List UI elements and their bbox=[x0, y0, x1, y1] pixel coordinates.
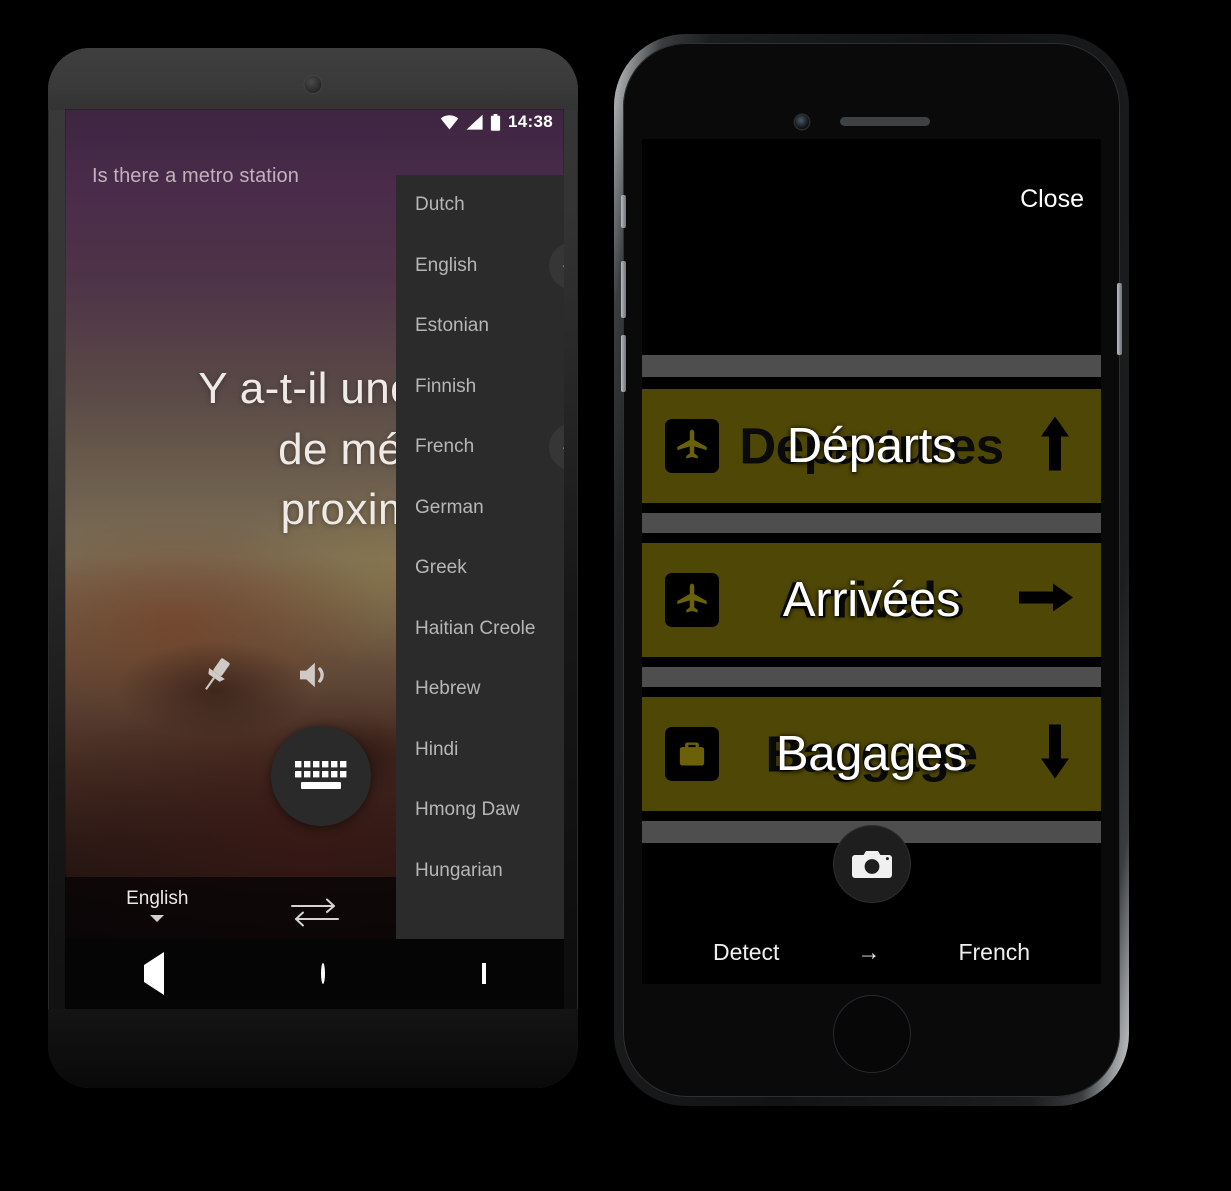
language-option-label: Hindi bbox=[415, 738, 459, 760]
language-option-german[interactable]: German bbox=[396, 478, 564, 539]
swap-arrows-icon bbox=[290, 898, 339, 927]
status-bar-clock: 14:38 bbox=[508, 112, 553, 131]
speaker-icon[interactable] bbox=[293, 654, 335, 701]
android-top-bezel bbox=[48, 48, 578, 110]
iphone-body: Close Departures Départs Arrivals Arrivées B… bbox=[621, 43, 1122, 1097]
airport-sign-départs: Departures Départs bbox=[642, 385, 1101, 507]
language-option-french[interactable]: French bbox=[396, 417, 564, 478]
airport-sign-arrivées: Arrivals Arrivées bbox=[642, 539, 1101, 661]
android-screen: 14:38 Is there a metro station Y a-t-il … bbox=[65, 109, 564, 939]
camera-capture-button[interactable] bbox=[833, 826, 910, 902]
mute-switch[interactable] bbox=[621, 195, 626, 228]
sign-separator-band bbox=[642, 664, 1101, 690]
sign-separator-band bbox=[642, 352, 1101, 380]
language-option-haitian-creole[interactable]: Haitian Creole bbox=[396, 599, 564, 660]
language-option-label: Hungarian bbox=[415, 859, 503, 881]
source-language-selector[interactable]: English bbox=[65, 888, 250, 922]
language-dropdown-menu[interactable]: Dutch English Estonian Finnish French German G… bbox=[396, 175, 564, 939]
android-navigation-bar bbox=[65, 939, 564, 1009]
pin-icon[interactable] bbox=[195, 654, 237, 701]
language-option-label: Dutch bbox=[415, 194, 465, 216]
language-option-label: Greek bbox=[415, 557, 467, 579]
selected-check-badge bbox=[549, 242, 564, 290]
target-language-selector[interactable]: French bbox=[958, 939, 1030, 966]
language-option-dutch[interactable]: Dutch bbox=[396, 175, 564, 236]
translated-line-2: de mét bbox=[278, 424, 415, 474]
volume-down-button[interactable] bbox=[621, 335, 626, 392]
language-option-estonian[interactable]: Estonian bbox=[396, 296, 564, 357]
nav-back-button[interactable] bbox=[143, 952, 164, 995]
translated-text: Y a-t-il une de mét proxim bbox=[85, 359, 415, 541]
android-phone-mockup: 14:38 Is there a metro station Y a-t-il … bbox=[48, 48, 578, 1088]
arrow-right-icon bbox=[1017, 578, 1075, 623]
sign-translated-text: Bagages bbox=[775, 727, 968, 781]
airport-sign-bagages: Baggage Bagages bbox=[642, 693, 1101, 815]
language-option-finnish[interactable]: Finnish bbox=[396, 357, 564, 418]
language-option-greek[interactable]: Greek bbox=[396, 538, 564, 599]
wifi-icon bbox=[440, 114, 459, 129]
language-option-hmong-daw[interactable]: Hmong Daw bbox=[396, 780, 564, 841]
arrow-up-icon bbox=[1035, 415, 1075, 478]
close-button[interactable]: Close bbox=[1020, 185, 1084, 214]
source-language-label: English bbox=[126, 888, 189, 909]
iphone-mockup: Close Departures Départs Arrivals Arrivées B… bbox=[614, 34, 1129, 1106]
iphone-screen: Close Departures Départs Arrivals Arrivées B… bbox=[642, 139, 1101, 984]
detect-language-selector[interactable]: Detect bbox=[713, 939, 779, 966]
language-option-label: Hmong Daw bbox=[415, 799, 520, 821]
front-camera-icon bbox=[304, 76, 322, 93]
home-button[interactable] bbox=[832, 995, 911, 1073]
arrow-down-icon bbox=[1035, 723, 1075, 786]
keyboard-icon bbox=[295, 761, 347, 789]
translated-line-1: Y a-t-il une bbox=[198, 364, 415, 413]
sign-separator-band bbox=[642, 510, 1101, 536]
nav-home-button[interactable] bbox=[320, 963, 325, 984]
check-icon bbox=[563, 265, 564, 268]
language-option-label: Finnish bbox=[415, 375, 477, 397]
language-option-hungarian[interactable]: Hungarian bbox=[396, 841, 564, 902]
selected-check-badge bbox=[549, 423, 564, 471]
language-option-label: English bbox=[415, 254, 478, 276]
battery-icon bbox=[490, 113, 501, 131]
iphone-language-bar: Detect → French bbox=[642, 939, 1101, 966]
cellular-signal-icon bbox=[466, 114, 483, 130]
power-button[interactable] bbox=[1117, 283, 1122, 355]
language-option-hebrew[interactable]: Hebrew bbox=[396, 659, 564, 720]
translated-line-3: proxim bbox=[280, 485, 415, 535]
check-icon bbox=[563, 446, 564, 450]
android-status-bar: 14:38 bbox=[65, 109, 564, 135]
volume-up-button[interactable] bbox=[621, 261, 626, 318]
direction-arrow-icon: → bbox=[857, 939, 881, 965]
earpiece-speaker-grille bbox=[840, 117, 930, 126]
language-option-label: German bbox=[415, 496, 484, 518]
android-bottom-bezel bbox=[48, 1009, 578, 1088]
language-option-label: Hebrew bbox=[415, 678, 481, 700]
language-option-english[interactable]: English bbox=[396, 236, 564, 297]
language-option-hindi[interactable]: Hindi bbox=[396, 720, 564, 781]
front-camera-icon bbox=[795, 115, 809, 129]
keyboard-button[interactable] bbox=[271, 726, 371, 826]
language-option-label: French bbox=[415, 436, 475, 458]
chevron-down-icon bbox=[150, 915, 165, 922]
language-option-label: Estonian bbox=[415, 315, 489, 337]
sign-translated-text: Départs bbox=[786, 419, 957, 473]
nav-recents-button[interactable] bbox=[481, 963, 486, 984]
swap-languages-button[interactable] bbox=[250, 888, 380, 930]
language-option-label: Haitian Creole bbox=[415, 617, 536, 639]
camera-icon bbox=[851, 851, 892, 878]
